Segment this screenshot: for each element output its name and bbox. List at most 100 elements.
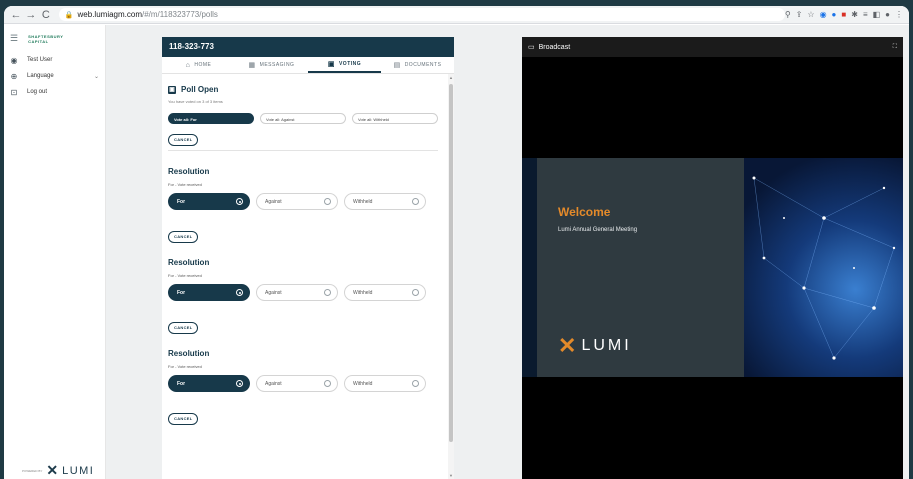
brand-logo: SHAFTESBURY CAPITAL	[28, 34, 63, 44]
browser-toolbar: ← → C 🔒 web.lumiagm.com /#/m/118323773/p…	[4, 6, 909, 24]
tab-label: MESSAGING	[259, 62, 295, 68]
lumi-x-icon: ✕	[558, 333, 577, 358]
sidebar-item-user[interactable]: ◉ Test User	[4, 52, 105, 68]
tab-voting[interactable]: ▣ VOTING	[308, 57, 381, 73]
powered-by-lumi: POWERED BY ✕ LUMI	[22, 462, 94, 479]
network-lines	[752, 176, 896, 360]
sidebar-item-logout[interactable]: ⊡ Log out	[4, 84, 105, 100]
scroll-up-icon[interactable]: ▲	[449, 75, 453, 80]
cancel-vote-button[interactable]: CANCEL	[168, 231, 199, 243]
address-bar[interactable]: 🔒 web.lumiagm.com /#/m/118323773/polls	[58, 8, 785, 21]
tab-documents[interactable]: ▤ DOCUMENTS	[381, 57, 454, 73]
choice-label: Withheld	[353, 380, 373, 387]
reload-icon[interactable]: C	[40, 6, 52, 24]
resolution-status: For - Vote received	[168, 364, 202, 369]
broadcast-header: ▭ Broadcast ⛶	[522, 37, 903, 57]
cancel-all-button[interactable]: CANCEL	[168, 134, 199, 146]
choice-withheld[interactable]: Withheld	[344, 375, 426, 392]
vote-all-for-button[interactable]: Vote all: For	[168, 113, 254, 124]
poll-header: ▣ Poll Open	[168, 85, 445, 94]
puzzle-icon[interactable]: ✱	[851, 6, 858, 24]
vote-all-withheld-button[interactable]: Vote all: Withheld	[352, 113, 438, 124]
choice-group: For Against Withheld	[168, 193, 445, 210]
panel-scrollbar[interactable]: ▲ ▼	[448, 74, 454, 479]
powered-by-label: POWERED BY	[22, 468, 43, 473]
document-icon: ▤	[393, 62, 401, 69]
radio-icon	[324, 198, 331, 205]
extension-icon[interactable]: ◉	[820, 6, 827, 24]
brand-name: SHAFTESBURY	[28, 33, 64, 39]
broadcast-area: ▭ Broadcast ⛶ Welcome Lumi Annual Genera…	[516, 25, 909, 479]
tab-bar: ⌂ HOME ▦ MESSAGING ▣ VOTING ▤ DOCUMENTS	[162, 57, 454, 74]
choice-for[interactable]: For	[168, 193, 250, 210]
radio-icon	[412, 289, 419, 296]
radio-icon	[412, 198, 419, 205]
vote-all-group: Vote all: For Vote all: Against Vote all…	[168, 113, 445, 124]
tab-label: DOCUMENTS	[404, 62, 442, 68]
logout-icon: ⊡	[10, 87, 18, 97]
brand-subname: CAPITAL	[28, 38, 49, 44]
chevron-down-icon: ⌄	[93, 73, 99, 80]
divider	[168, 150, 438, 151]
star-icon[interactable]: ☆	[807, 6, 814, 24]
choice-against[interactable]: Against	[256, 284, 338, 301]
extension-icon[interactable]: ■	[841, 6, 846, 24]
resolution-block: Resolution For - Vote received For Again…	[168, 349, 445, 425]
forward-icon[interactable]: →	[25, 6, 37, 24]
choice-group: For Against Withheld	[168, 375, 445, 392]
sidebar-item-label: Log out	[27, 89, 48, 95]
choice-withheld[interactable]: Withheld	[344, 284, 426, 301]
meeting-id: 118-323-773	[162, 37, 454, 57]
profile-icon[interactable]: ●	[885, 6, 890, 24]
choice-label: Against	[265, 380, 282, 387]
choice-for[interactable]: For	[168, 375, 250, 392]
share-icon[interactable]: ⇪	[796, 6, 803, 24]
choice-withheld[interactable]: Withheld	[344, 193, 426, 210]
resolution-block: Resolution For - Vote received For Again…	[168, 258, 445, 334]
resolution-title: Resolution	[168, 258, 210, 267]
cancel-vote-button[interactable]: CANCEL	[168, 322, 199, 334]
back-icon[interactable]: ←	[10, 6, 22, 24]
zoom-icon[interactable]: ⚲	[785, 6, 791, 24]
scrollbar-thumb[interactable]	[449, 84, 453, 442]
choice-label: For	[177, 380, 186, 387]
lumi-x-icon: ✕	[46, 462, 59, 478]
hamburger-menu-icon[interactable]: ☰	[10, 33, 18, 44]
menu-icon[interactable]: ⋮	[895, 6, 903, 24]
browser-window: ← → C 🔒 web.lumiagm.com /#/m/118323773/p…	[4, 6, 909, 479]
broadcast-panel: ▭ Broadcast ⛶ Welcome Lumi Annual Genera…	[522, 37, 903, 479]
resolution-title: Resolution	[168, 349, 210, 358]
sidebar-item-language[interactable]: ⊕ Language ⌄	[4, 68, 105, 84]
lumi-logo-text: LUMI	[62, 464, 95, 477]
fullscreen-icon[interactable]: ⛶	[893, 44, 897, 51]
user-icon: ◉	[10, 55, 18, 65]
globe-icon: ⊕	[10, 71, 18, 81]
choice-against[interactable]: Against	[256, 193, 338, 210]
poll-content: ▣ Poll Open You have voted on 3 of 3 ite…	[162, 74, 454, 477]
url-path: /#/m/118323773/polls	[142, 10, 218, 19]
tab-messaging[interactable]: ▦ MESSAGING	[235, 57, 308, 73]
playlist-icon[interactable]: ≡	[863, 6, 868, 24]
radio-icon	[324, 380, 331, 387]
cancel-vote-button[interactable]: CANCEL	[168, 413, 199, 425]
choice-against[interactable]: Against	[256, 375, 338, 392]
choice-label: Against	[265, 198, 282, 205]
sidebar-item-label: Test User	[27, 57, 53, 63]
tab-label: VOTING	[338, 61, 362, 67]
tab-label: HOME	[194, 62, 212, 68]
broadcast-video[interactable]: Welcome Lumi Annual General Meeting ✕ LU…	[522, 158, 903, 377]
choice-for[interactable]: For	[168, 284, 250, 301]
sidepanel-icon[interactable]: ◧	[873, 6, 881, 24]
broadcast-title: Broadcast	[538, 43, 571, 51]
extension-icon[interactable]: ●	[832, 6, 837, 24]
slide-lumi-logo: ✕ LUMI	[558, 333, 632, 358]
network-graphic	[744, 158, 903, 377]
choice-label: Withheld	[353, 198, 373, 205]
vote-all-against-button[interactable]: Vote all: Against	[260, 113, 346, 124]
choice-label: Withheld	[353, 289, 373, 296]
radio-selected-icon	[236, 198, 243, 205]
url-host: web.lumiagm.com	[77, 10, 142, 19]
voted-note: You have voted on 3 of 3 items	[168, 99, 223, 104]
tab-home[interactable]: ⌂ HOME	[162, 57, 235, 73]
scroll-down-icon[interactable]: ▼	[449, 473, 453, 478]
